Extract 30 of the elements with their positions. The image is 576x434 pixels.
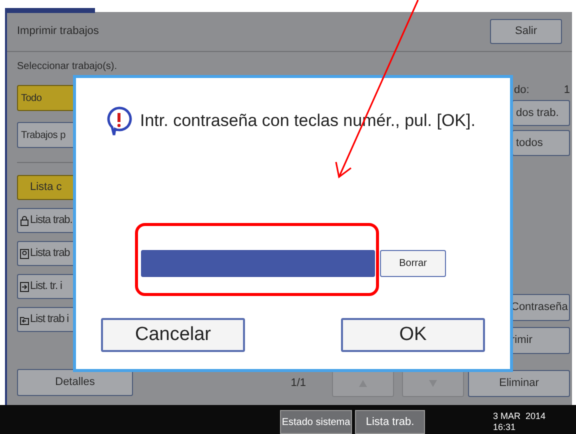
- instruction-text: Seleccionar trabajo(s).: [17, 60, 118, 74]
- filter-tab[interactable]: Trabajos p: [17, 122, 75, 148]
- cancel-button[interactable]: Cancelar: [101, 318, 245, 352]
- system-status-button[interactable]: Estado sistema: [280, 410, 352, 434]
- page-indicator: 1/1: [290, 376, 306, 392]
- count-label: do:: [514, 83, 530, 96]
- document-arrow-icon: [20, 282, 29, 292]
- clear-button[interactable]: Borrar: [380, 250, 446, 277]
- alert-icon: [106, 106, 132, 136]
- password-field[interactable]: [141, 250, 375, 277]
- job-list-button[interactable]: Lista trab.: [355, 410, 425, 434]
- time-text: 16:31: [493, 422, 517, 433]
- job-list-button[interactable]: List trab i: [17, 307, 75, 332]
- lock-icon: [20, 216, 29, 226]
- selection-button[interactable]: todos: [512, 130, 570, 156]
- list-tab[interactable]: Lista c: [17, 175, 75, 200]
- filter-tab[interactable]: Todo: [17, 85, 75, 111]
- delete-button[interactable]: Eliminar: [468, 370, 570, 397]
- document-icon: [20, 248, 29, 258]
- screen-title: Imprimir trabajos: [17, 24, 99, 40]
- job-list-button[interactable]: Lista trab.: [17, 208, 75, 233]
- ok-button[interactable]: OK: [341, 318, 485, 352]
- count-value: 1: [564, 83, 570, 96]
- folder-arrow-icon: [20, 314, 29, 324]
- job-list-button[interactable]: Lista trab: [17, 241, 75, 266]
- date-text: 3 MAR 2014: [493, 411, 546, 422]
- selection-button[interactable]: dos trab.: [512, 100, 570, 126]
- exit-button[interactable]: Salir: [490, 19, 562, 44]
- job-list-button[interactable]: List. tr. i: [17, 274, 75, 299]
- details-button[interactable]: Detalles: [17, 369, 133, 396]
